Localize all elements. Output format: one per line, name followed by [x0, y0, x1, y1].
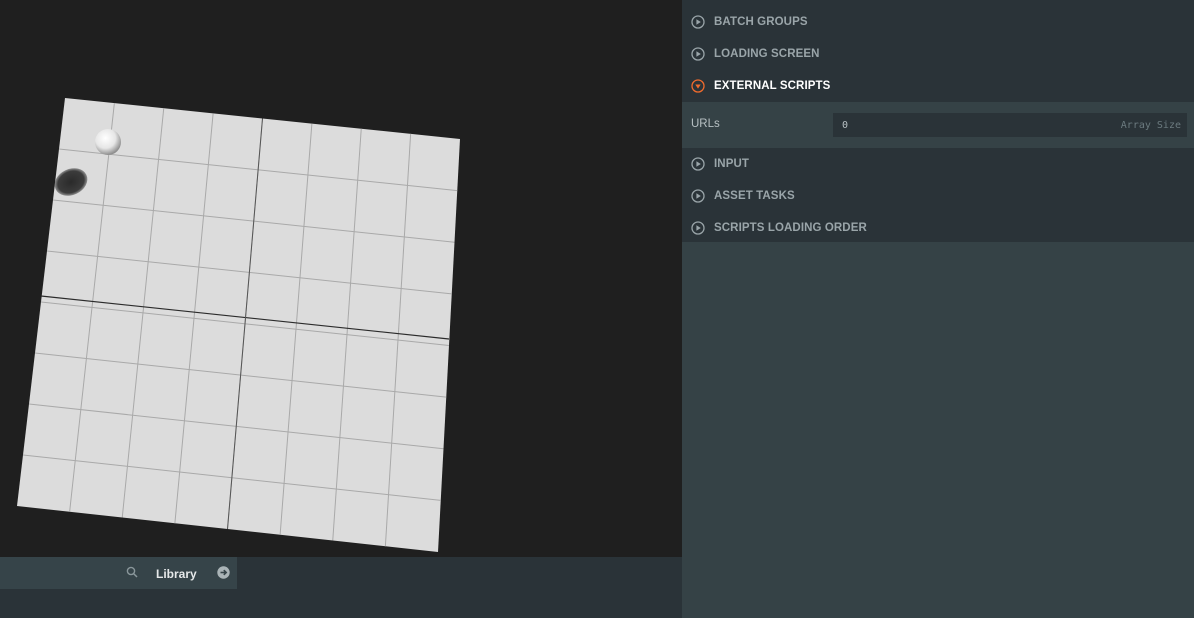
section-label: LOADING SCREEN	[714, 48, 820, 60]
section-label: INPUT	[714, 158, 749, 170]
section-external-scripts[interactable]: EXTERNAL SCRIPTS	[682, 70, 1194, 102]
play-circle-icon	[691, 157, 705, 171]
section-label: ASSET TASKS	[714, 190, 795, 202]
library-tab[interactable]: Library	[0, 557, 237, 589]
section-loading-screen[interactable]: LOADING SCREEN	[682, 38, 1194, 70]
section-batch-groups[interactable]: BATCH GROUPS	[682, 6, 1194, 38]
section-label: SCRIPTS LOADING ORDER	[714, 222, 867, 234]
bottom-panel	[0, 589, 682, 618]
section-label: BATCH GROUPS	[714, 16, 808, 28]
scene-render	[17, 98, 460, 552]
library-label[interactable]: Library	[156, 567, 197, 581]
array-size-hint: Array Size	[1120, 120, 1181, 131]
play-circle-icon	[691, 47, 705, 61]
section-scripts-loading-order[interactable]: SCRIPTS LOADING ORDER	[682, 212, 1194, 244]
play-circle-icon	[691, 221, 705, 235]
external-scripts-body: URLs Array Size	[682, 102, 1194, 148]
section-asset-tasks[interactable]: ASSET TASKS	[682, 180, 1194, 212]
ball	[95, 129, 121, 155]
section-label: EXTERNAL SCRIPTS	[714, 80, 831, 92]
search-icon[interactable]	[126, 566, 138, 578]
chevron-down-circle-icon	[691, 79, 705, 93]
section-input[interactable]: INPUT	[682, 148, 1194, 180]
urls-label: URLs	[691, 118, 720, 130]
play-circle-icon	[691, 15, 705, 29]
settings-panel: BATCH GROUPS LOADING SCREEN EXTERNAL SCR…	[682, 0, 1194, 618]
ground-plane	[17, 98, 460, 552]
scene-viewport[interactable]	[0, 0, 682, 557]
arrow-right-circle-icon[interactable]	[217, 566, 230, 579]
play-circle-icon	[691, 189, 705, 203]
